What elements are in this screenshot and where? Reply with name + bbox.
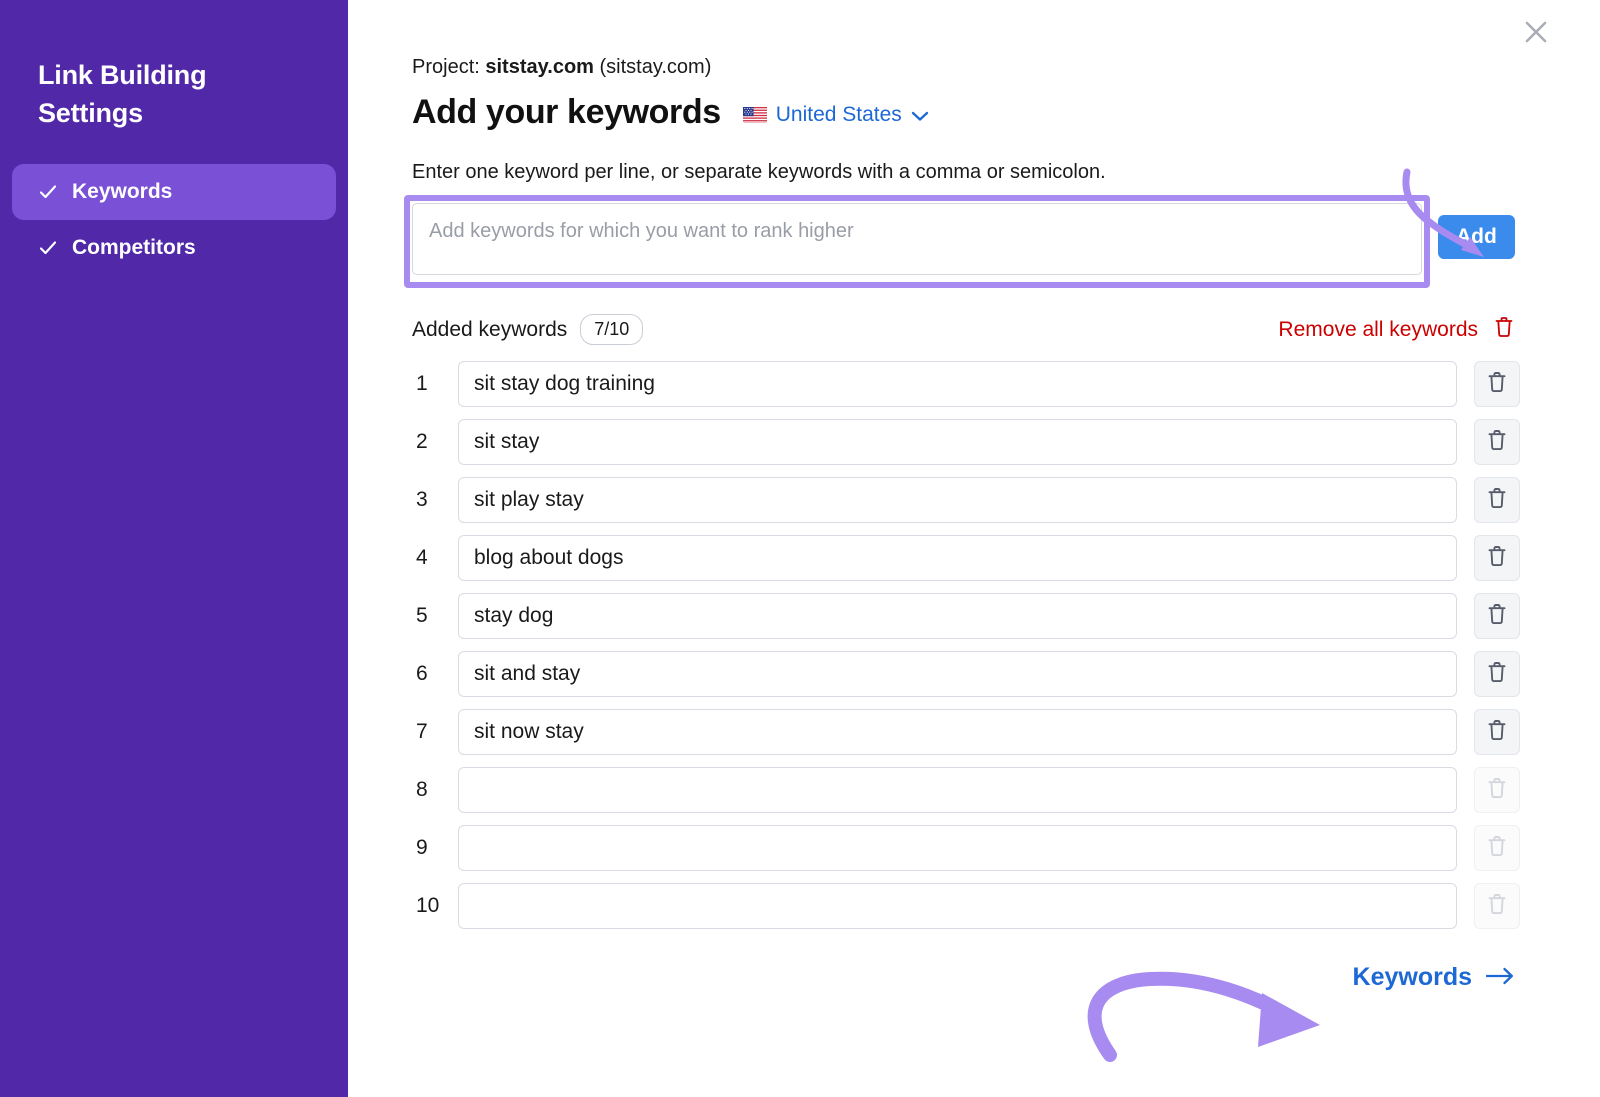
chevron-down-icon <box>911 108 929 122</box>
trash-icon <box>1487 429 1507 456</box>
table-row: 1 <box>412 361 1520 407</box>
added-keywords-header: Added keywords 7/10 Remove all keywords <box>412 314 1520 345</box>
us-flag-icon <box>743 106 767 123</box>
add-button[interactable]: Add <box>1438 215 1515 259</box>
check-icon <box>38 182 58 202</box>
keyword-row-number: 9 <box>412 836 458 860</box>
keyword-row-number: 7 <box>412 720 458 744</box>
sidebar-item-keywords[interactable]: Keywords <box>12 164 336 220</box>
keywords-next-label: Keywords <box>1353 963 1472 992</box>
footer-row: Keywords <box>412 963 1520 992</box>
project-domain: (sitstay.com) <box>600 56 712 78</box>
remove-all-keywords-label: Remove all keywords <box>1278 318 1478 342</box>
remove-all-keywords-button[interactable]: Remove all keywords <box>1278 316 1514 344</box>
keywords-next-link[interactable]: Keywords <box>1353 963 1514 992</box>
check-icon <box>38 238 58 258</box>
sidebar-item-label: Competitors <box>72 236 196 260</box>
arrow-right-icon <box>1486 963 1514 992</box>
delete-keyword-button <box>1474 825 1520 871</box>
delete-keyword-button[interactable] <box>1474 709 1520 755</box>
keyword-textarea-wrapper <box>412 203 1422 280</box>
keyword-row-number: 8 <box>412 778 458 802</box>
link-building-settings-modal: Link Building Settings Keywords Competit… <box>0 0 1600 1097</box>
delete-keyword-button[interactable] <box>1474 535 1520 581</box>
delete-keyword-button[interactable] <box>1474 477 1520 523</box>
trash-icon <box>1494 316 1514 344</box>
trash-icon <box>1487 487 1507 514</box>
trash-icon <box>1487 545 1507 572</box>
keyword-row-number: 3 <box>412 488 458 512</box>
keyword-input[interactable] <box>458 709 1457 755</box>
title-row: Add your keywords <box>412 93 1520 132</box>
keyword-input-row: Add <box>412 203 1520 280</box>
keyword-input[interactable] <box>458 593 1457 639</box>
keyword-rows-list: 1 2 3 4 5 6 7 8 9 10 <box>412 361 1520 929</box>
keyword-textarea[interactable] <box>412 203 1422 275</box>
keyword-row-number: 4 <box>412 546 458 570</box>
keyword-row-number: 6 <box>412 662 458 686</box>
trash-icon <box>1487 603 1507 630</box>
table-row: 2 <box>412 419 1520 465</box>
main-panel: Project: sitstay.com (sitstay.com) Add y… <box>348 0 1600 1097</box>
close-icon[interactable] <box>1514 10 1558 54</box>
keyword-input[interactable] <box>458 419 1457 465</box>
sidebar-title: Link Building Settings <box>12 56 336 133</box>
country-selector[interactable]: United States <box>743 99 929 127</box>
table-row: 7 <box>412 709 1520 755</box>
trash-icon <box>1487 371 1507 398</box>
table-row: 6 <box>412 651 1520 697</box>
project-line: Project: sitstay.com (sitstay.com) <box>412 56 1520 79</box>
trash-icon <box>1487 835 1507 862</box>
keyword-input[interactable] <box>458 361 1457 407</box>
keyword-row-number: 1 <box>412 372 458 396</box>
keyword-input[interactable] <box>458 477 1457 523</box>
trash-icon <box>1487 777 1507 804</box>
sidebar-item-label: Keywords <box>72 180 172 204</box>
added-keywords-left: Added keywords 7/10 <box>412 314 643 345</box>
delete-keyword-button[interactable] <box>1474 593 1520 639</box>
keyword-row-number: 2 <box>412 430 458 454</box>
sidebar-nav: Keywords Competitors <box>12 164 336 276</box>
sidebar-item-competitors[interactable]: Competitors <box>12 220 336 276</box>
added-keywords-count: 7/10 <box>580 314 643 345</box>
keyword-input[interactable] <box>458 767 1457 813</box>
delete-keyword-button[interactable] <box>1474 361 1520 407</box>
delete-keyword-button <box>1474 767 1520 813</box>
keyword-row-number: 5 <box>412 604 458 628</box>
added-keywords-label: Added keywords <box>412 318 567 342</box>
sidebar: Link Building Settings Keywords Competit… <box>0 0 348 1097</box>
table-row: 4 <box>412 535 1520 581</box>
table-row: 3 <box>412 477 1520 523</box>
keyword-input[interactable] <box>458 825 1457 871</box>
trash-icon <box>1487 661 1507 688</box>
page-title: Add your keywords <box>412 93 721 132</box>
table-row: 9 <box>412 825 1520 871</box>
country-label: United States <box>776 103 902 127</box>
table-row: 10 <box>412 883 1520 929</box>
keyword-row-number: 10 <box>412 894 458 918</box>
project-name: sitstay.com <box>485 56 594 78</box>
trash-icon <box>1487 893 1507 920</box>
delete-keyword-button[interactable] <box>1474 651 1520 697</box>
keyword-input[interactable] <box>458 535 1457 581</box>
delete-keyword-button[interactable] <box>1474 419 1520 465</box>
keyword-input[interactable] <box>458 883 1457 929</box>
keyword-input[interactable] <box>458 651 1457 697</box>
table-row: 8 <box>412 767 1520 813</box>
delete-keyword-button <box>1474 883 1520 929</box>
project-label: Project: <box>412 56 480 78</box>
hint-text: Enter one keyword per line, or separate … <box>412 161 1520 184</box>
trash-icon <box>1487 719 1507 746</box>
table-row: 5 <box>412 593 1520 639</box>
